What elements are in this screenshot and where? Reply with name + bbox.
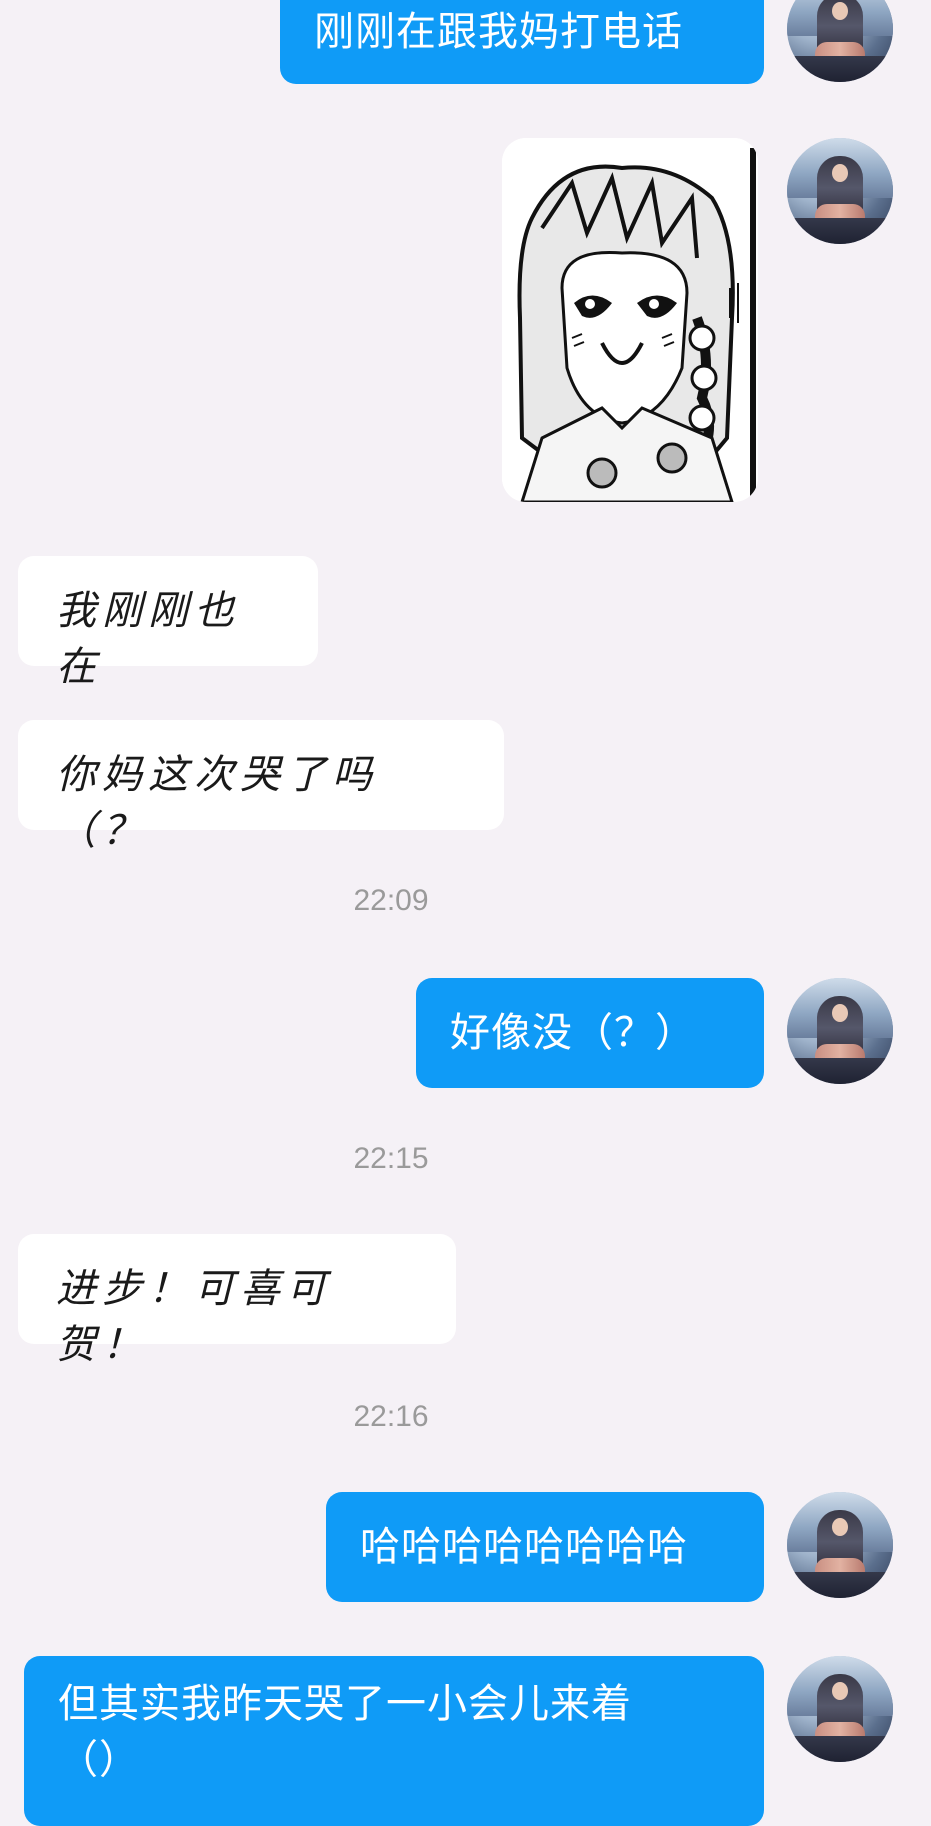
user-avatar[interactable] [787,138,893,244]
message-text: 进步！可喜可贺！ [56,1266,332,1368]
user-avatar[interactable] [787,978,893,1084]
sticker-drawing [502,138,758,502]
user-avatar[interactable] [787,1492,893,1598]
outgoing-message-bubble[interactable]: 哈哈哈哈哈哈哈哈 [326,1492,764,1602]
message-text: 好像没（？） [450,1010,696,1056]
outgoing-message-bubble[interactable]: 好像没（？） [416,978,764,1088]
message-text-line: 但其实我昨天哭了一小会儿来着 [58,1681,632,1727]
timestamp: 22:09 [353,884,429,917]
incoming-message-bubble[interactable]: 进步！可喜可贺！ [18,1234,456,1368]
incoming-message-bubble[interactable]: 你妈这次哭了吗（？ [18,720,504,854]
message-text-line: （） [58,1737,140,1783]
message-text: 哈哈哈哈哈哈哈哈 [360,1524,688,1570]
user-avatar[interactable] [787,0,893,82]
incoming-message-bubble[interactable]: 我刚刚也在 [18,556,318,690]
message-text: 刚刚在跟我妈打电话 [314,9,683,55]
anime-girl-smiling-sticker[interactable] [502,138,758,502]
timestamp: 22:15 [353,1142,429,1175]
timestamp: 22:16 [353,1400,429,1433]
message-text: 你妈这次哭了吗（？ [56,752,378,854]
outgoing-message-bubble[interactable]: 但其实我昨天哭了一小会儿来着 （） [24,1656,764,1826]
user-avatar[interactable] [787,1656,893,1762]
outgoing-message-bubble[interactable]: 刚刚在跟我妈打电话 [280,0,764,84]
message-text: 我刚刚也在 [56,588,240,690]
